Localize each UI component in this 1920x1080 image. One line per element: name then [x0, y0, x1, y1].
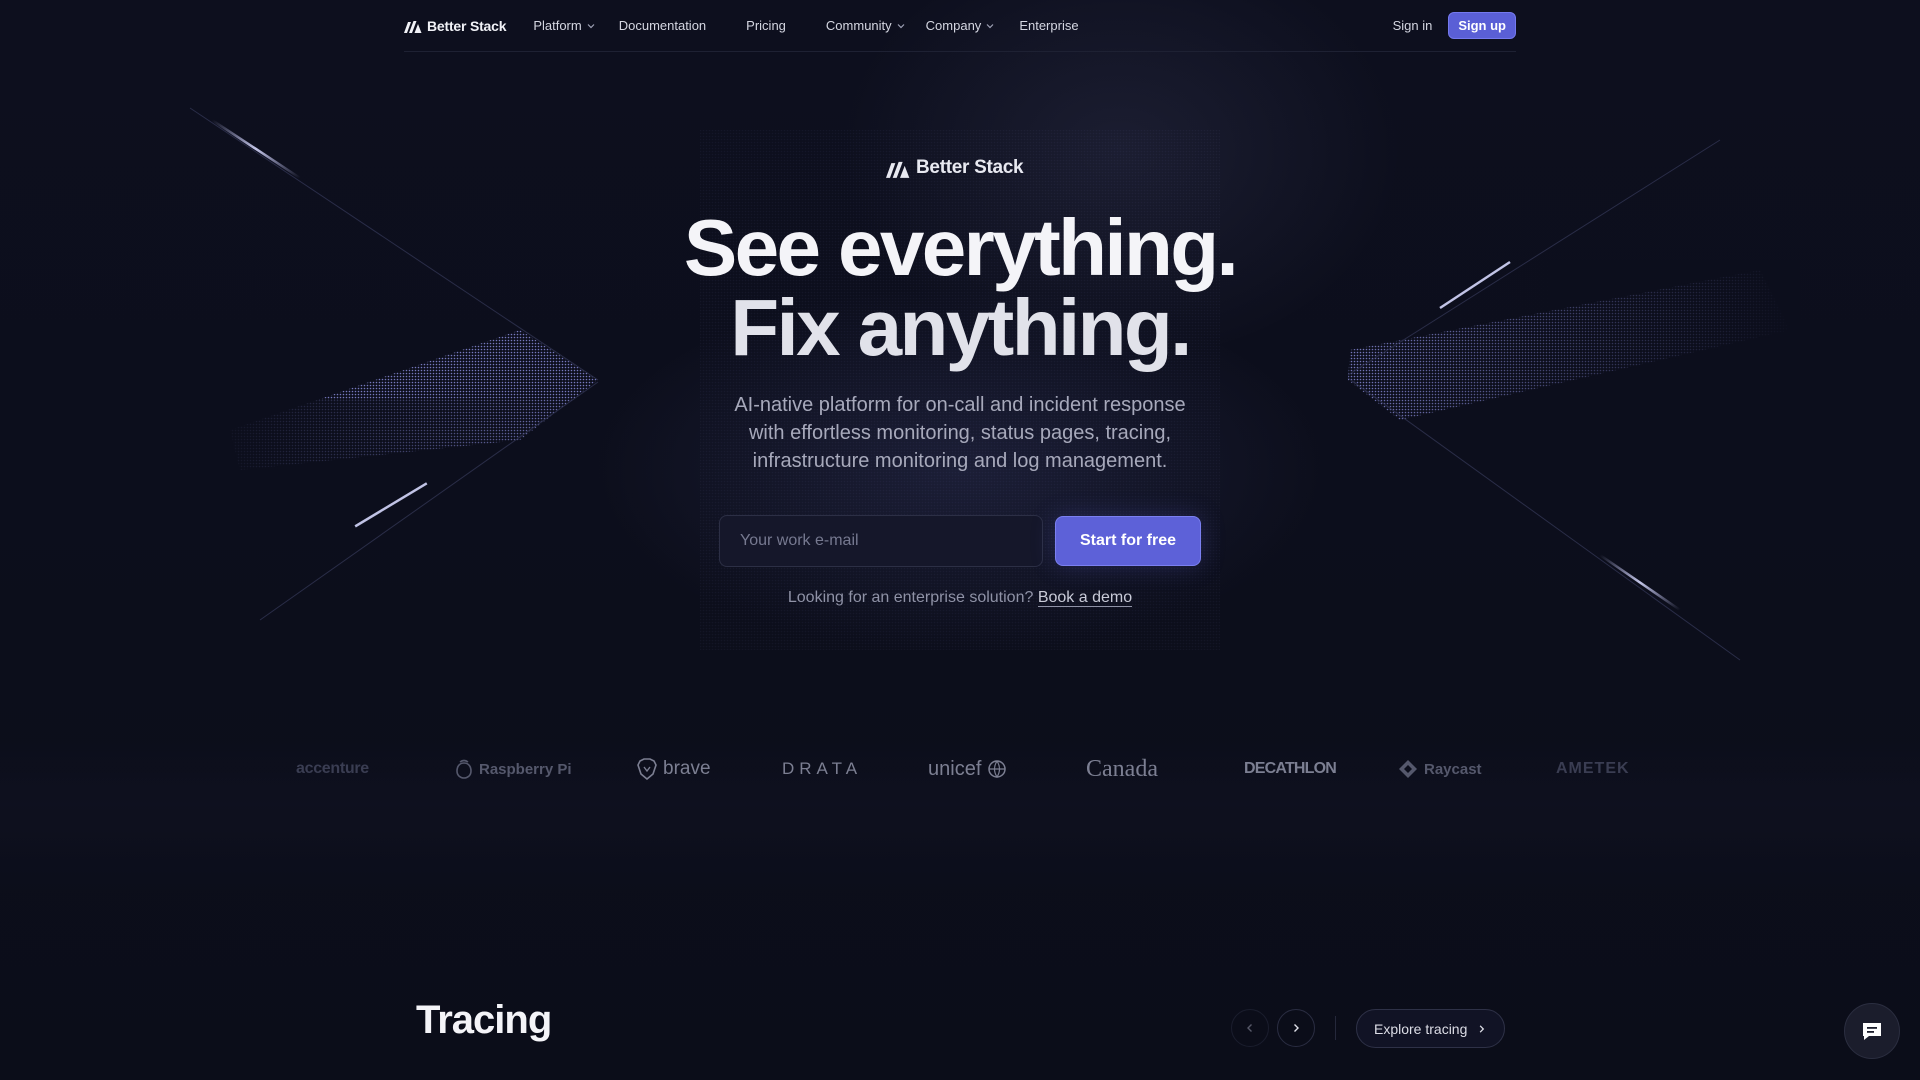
- accenture-wordmark: accenture: [296, 760, 369, 777]
- decathlon-wordmark: DECATHLON: [1244, 760, 1337, 777]
- chevron-down-icon: [986, 23, 994, 28]
- carousel-divider: [1335, 1016, 1336, 1040]
- raspberry-pi-logo: Raspberry Pi: [455, 756, 572, 782]
- chevron-right-icon: [1294, 1024, 1299, 1032]
- ametek-logo: AMETEK: [1556, 756, 1630, 782]
- top-navigation: Better Stack Platform Documentation Pric…: [404, 0, 1516, 52]
- raycast-icon: [1399, 760, 1417, 778]
- nav-item-label: Platform: [533, 18, 582, 33]
- subhead-line-3: infrastructure monitoring and log manage…: [752, 450, 1168, 472]
- drata-logo: DRATA: [782, 756, 862, 782]
- chevron-right-icon: [1480, 1024, 1485, 1033]
- nav-auth: Sign in Sign up: [1393, 12, 1516, 39]
- nav-links: Platform Documentation Pricing Community…: [533, 18, 1078, 33]
- nav-item-pricing[interactable]: Pricing: [746, 18, 786, 33]
- canada-logo: Canada: [1086, 756, 1158, 782]
- start-for-free-button[interactable]: Start for free: [1055, 516, 1201, 566]
- sign-in-link[interactable]: Sign in: [1393, 18, 1433, 33]
- nav-item-label: Community: [825, 18, 892, 33]
- raycast-wordmark: Raycast: [1424, 760, 1482, 778]
- sign-up-button[interactable]: Sign up: [1448, 12, 1516, 39]
- better-stack-logo-icon: [886, 161, 910, 178]
- explore-tracing-label: Explore tracing: [1374, 1020, 1468, 1037]
- subhead-line-1: AI-native platform for on-call and incid…: [734, 394, 1186, 416]
- brand-logo[interactable]: Better Stack: [404, 17, 507, 34]
- work-email-input[interactable]: [719, 515, 1043, 567]
- unicef-globe-icon: [988, 760, 1007, 779]
- nav-item-platform[interactable]: Platform: [533, 18, 595, 33]
- brand-name: Better Stack: [427, 17, 507, 34]
- nav-item-label: Documentation: [618, 18, 707, 33]
- chat-widget-button[interactable]: [1844, 1003, 1900, 1059]
- nav-item-company[interactable]: Company: [926, 18, 995, 33]
- hero-subheadline: AI-native platform for on-call and incid…: [680, 391, 1240, 475]
- brave-wordmark: brave: [663, 758, 711, 779]
- nav-item-label: Company: [925, 18, 982, 33]
- explore-tracing-button[interactable]: Explore tracing: [1356, 1009, 1506, 1048]
- headline-line-1: See everything.: [683, 203, 1239, 292]
- chevron-down-icon: [587, 23, 595, 28]
- nav-item-documentation[interactable]: Documentation: [619, 18, 706, 33]
- hero-brand-logo: Better Stack: [886, 157, 1024, 179]
- brave-logo: brave: [637, 756, 711, 782]
- brave-lion-icon: [637, 758, 657, 780]
- subhead-line-2: with effortless monitoring, status pages…: [748, 422, 1172, 444]
- nav-item-label: Enterprise: [1019, 18, 1079, 33]
- drata-wordmark: DRATA: [782, 759, 863, 778]
- canada-wordmark: Canada: [1086, 755, 1158, 782]
- nav-item-enterprise[interactable]: Enterprise: [1019, 18, 1078, 33]
- hero-brand-name: Better Stack: [916, 157, 1024, 178]
- carousel-prev-button[interactable]: [1231, 1009, 1269, 1047]
- unicef-wordmark: unicef: [928, 757, 982, 780]
- book-a-demo-link[interactable]: Book a demo: [1037, 589, 1133, 607]
- enterprise-demo-prompt: Looking for an enterprise solution? Book…: [660, 589, 1260, 607]
- chat-bubble-icon: [1863, 1023, 1881, 1040]
- raycast-logo: Raycast: [1398, 756, 1482, 782]
- carousel-next-button[interactable]: [1277, 1009, 1315, 1047]
- nav-item-community[interactable]: Community: [826, 18, 905, 33]
- nav-item-label: Pricing: [746, 18, 786, 33]
- better-stack-logo-icon: [404, 20, 422, 33]
- demo-prompt-text: Looking for an enterprise solution?: [787, 589, 1034, 606]
- accenture-logo: accenture: [296, 756, 369, 782]
- chevron-left-icon: [1247, 1024, 1252, 1032]
- ametek-wordmark: AMETEK: [1556, 760, 1630, 777]
- raspberry-pi-wordmark: Raspberry Pi: [479, 760, 572, 778]
- chevron-down-icon: [897, 23, 905, 28]
- unicef-logo: unicef: [928, 756, 1007, 782]
- raspberry-pi-icon: [456, 759, 472, 779]
- decathlon-logo: DECATHLON: [1244, 756, 1337, 782]
- hero-headline: See everything. Fix anything.: [560, 208, 1360, 368]
- section-title: Tracing: [416, 998, 552, 1042]
- headline-line-2: Fix anything.: [730, 283, 1192, 372]
